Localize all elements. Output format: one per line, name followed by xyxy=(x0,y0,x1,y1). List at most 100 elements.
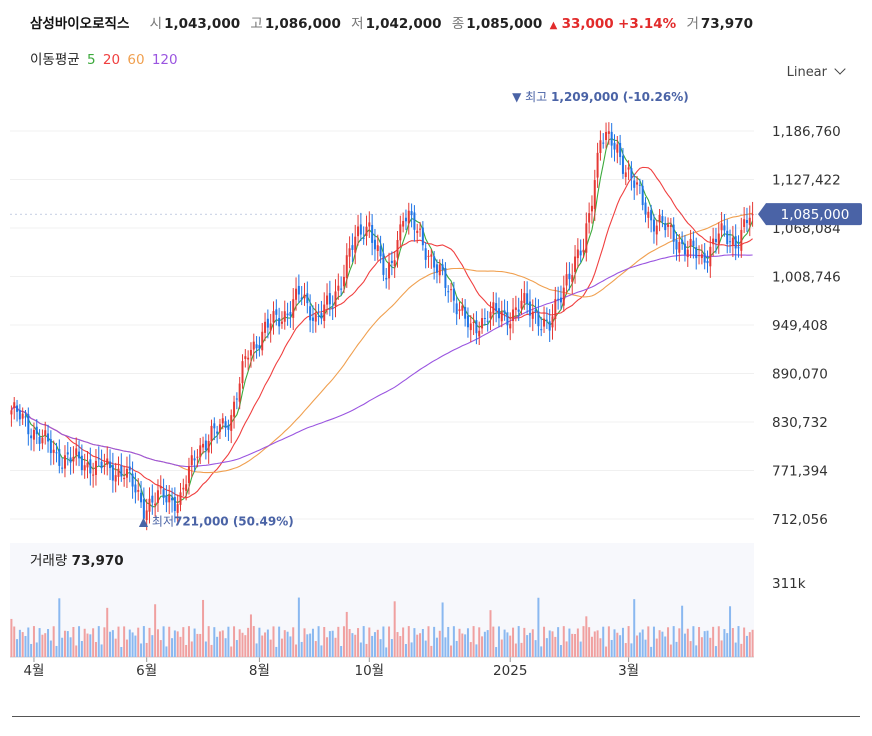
candle-body xyxy=(269,323,272,331)
volume-bar xyxy=(413,628,416,657)
candle-body xyxy=(672,224,675,242)
volume-bar xyxy=(475,644,478,657)
candle-body xyxy=(241,361,244,384)
volume-bar xyxy=(433,626,436,657)
volume-bar xyxy=(585,616,588,657)
volume-bar xyxy=(109,631,112,657)
volume-bar xyxy=(117,626,120,657)
volume-bar xyxy=(748,632,751,657)
volume-bar xyxy=(624,643,627,657)
volume-bar xyxy=(162,626,165,657)
volume-bar xyxy=(734,642,737,657)
candle-body xyxy=(103,465,106,467)
volume-bar xyxy=(202,599,205,657)
candle-body xyxy=(743,219,746,227)
candle-body xyxy=(723,225,726,231)
candle-body xyxy=(421,227,424,246)
volume-bar xyxy=(559,645,562,657)
candle-body xyxy=(75,448,78,456)
volume-bar xyxy=(342,626,345,657)
candle-body xyxy=(475,320,478,334)
volume-title: 거래량 73,970 xyxy=(30,553,124,569)
candle-body xyxy=(354,236,357,253)
candle-body xyxy=(134,484,137,493)
volume-bar xyxy=(41,634,44,657)
volume-bar xyxy=(323,627,326,657)
candle-body xyxy=(78,451,81,459)
candle-body xyxy=(317,316,320,318)
candle-body xyxy=(605,131,608,141)
volume-bar xyxy=(311,628,314,657)
volume-tick-label: 311k xyxy=(772,576,806,592)
candle-body xyxy=(435,264,438,273)
candle-body xyxy=(458,309,461,312)
min-price-annotation: ▲ 최저721,000 (50.49%) xyxy=(139,515,294,529)
candle-body xyxy=(720,223,723,231)
candle-body xyxy=(340,288,343,290)
volume-bar xyxy=(190,641,193,657)
volume-bar xyxy=(695,645,698,657)
candle-body xyxy=(131,473,134,487)
volume-bar xyxy=(173,630,176,657)
candle-body xyxy=(540,329,543,331)
volume-bar xyxy=(97,626,100,657)
candle-body xyxy=(492,302,495,314)
x-tick-label: 3월 xyxy=(618,663,639,679)
ma-20-line xyxy=(10,166,753,499)
volume-bar xyxy=(128,629,131,657)
volume-bar xyxy=(534,640,537,657)
volume-bar xyxy=(292,627,295,657)
volume-bar xyxy=(145,642,148,657)
candle-body xyxy=(261,331,264,351)
volume-bar xyxy=(520,642,523,657)
volume-bar xyxy=(706,630,709,657)
volume-bar xyxy=(478,627,481,657)
volume-bar xyxy=(303,628,306,657)
volume-bar xyxy=(80,641,83,657)
y-tick-label: 1,186,760 xyxy=(772,124,841,140)
volume-bar xyxy=(517,626,520,657)
candle-body xyxy=(297,285,300,295)
candle-body xyxy=(83,465,86,471)
volume-bar xyxy=(379,639,382,657)
volume-bar xyxy=(689,641,692,657)
candle-body xyxy=(616,144,619,153)
price-chart[interactable]: 1,186,7601,127,4221,068,0841,008,746949,… xyxy=(0,0,872,736)
volume-bar xyxy=(424,640,427,657)
volume-bar xyxy=(297,597,300,657)
volume-bar xyxy=(176,631,179,657)
candle-body xyxy=(551,316,554,328)
candle-body xyxy=(703,253,706,263)
volume-bar xyxy=(672,626,675,657)
candle-body xyxy=(368,222,371,227)
volume-bar xyxy=(636,635,639,657)
candle-body xyxy=(669,225,672,228)
volume-bar xyxy=(35,642,38,657)
candle-body xyxy=(235,398,238,400)
candle-body xyxy=(667,224,670,227)
candle-body xyxy=(300,297,303,300)
candle-body xyxy=(497,308,500,319)
candle-body xyxy=(469,323,472,331)
volume-bar xyxy=(221,630,224,657)
current-price-label: 1,085,000 xyxy=(781,207,850,223)
candle-body xyxy=(176,504,179,513)
candle-body xyxy=(596,152,599,178)
candle-body xyxy=(125,468,128,478)
volume-bar xyxy=(599,638,602,657)
candle-body xyxy=(447,291,450,293)
volume-bar xyxy=(481,636,484,657)
volume-bar xyxy=(562,626,565,657)
candle-body xyxy=(258,345,261,349)
candle-body xyxy=(661,216,664,222)
volume-bar xyxy=(650,646,653,657)
candle-body xyxy=(503,310,506,314)
volume-bar xyxy=(528,632,531,657)
volume-bar xyxy=(100,644,103,657)
x-tick-label: 2025 xyxy=(493,663,527,679)
candle-body xyxy=(481,318,484,329)
candle-body xyxy=(148,498,151,512)
volume-bar xyxy=(351,633,354,657)
volume-bar xyxy=(72,626,75,657)
volume-bar xyxy=(244,635,247,657)
